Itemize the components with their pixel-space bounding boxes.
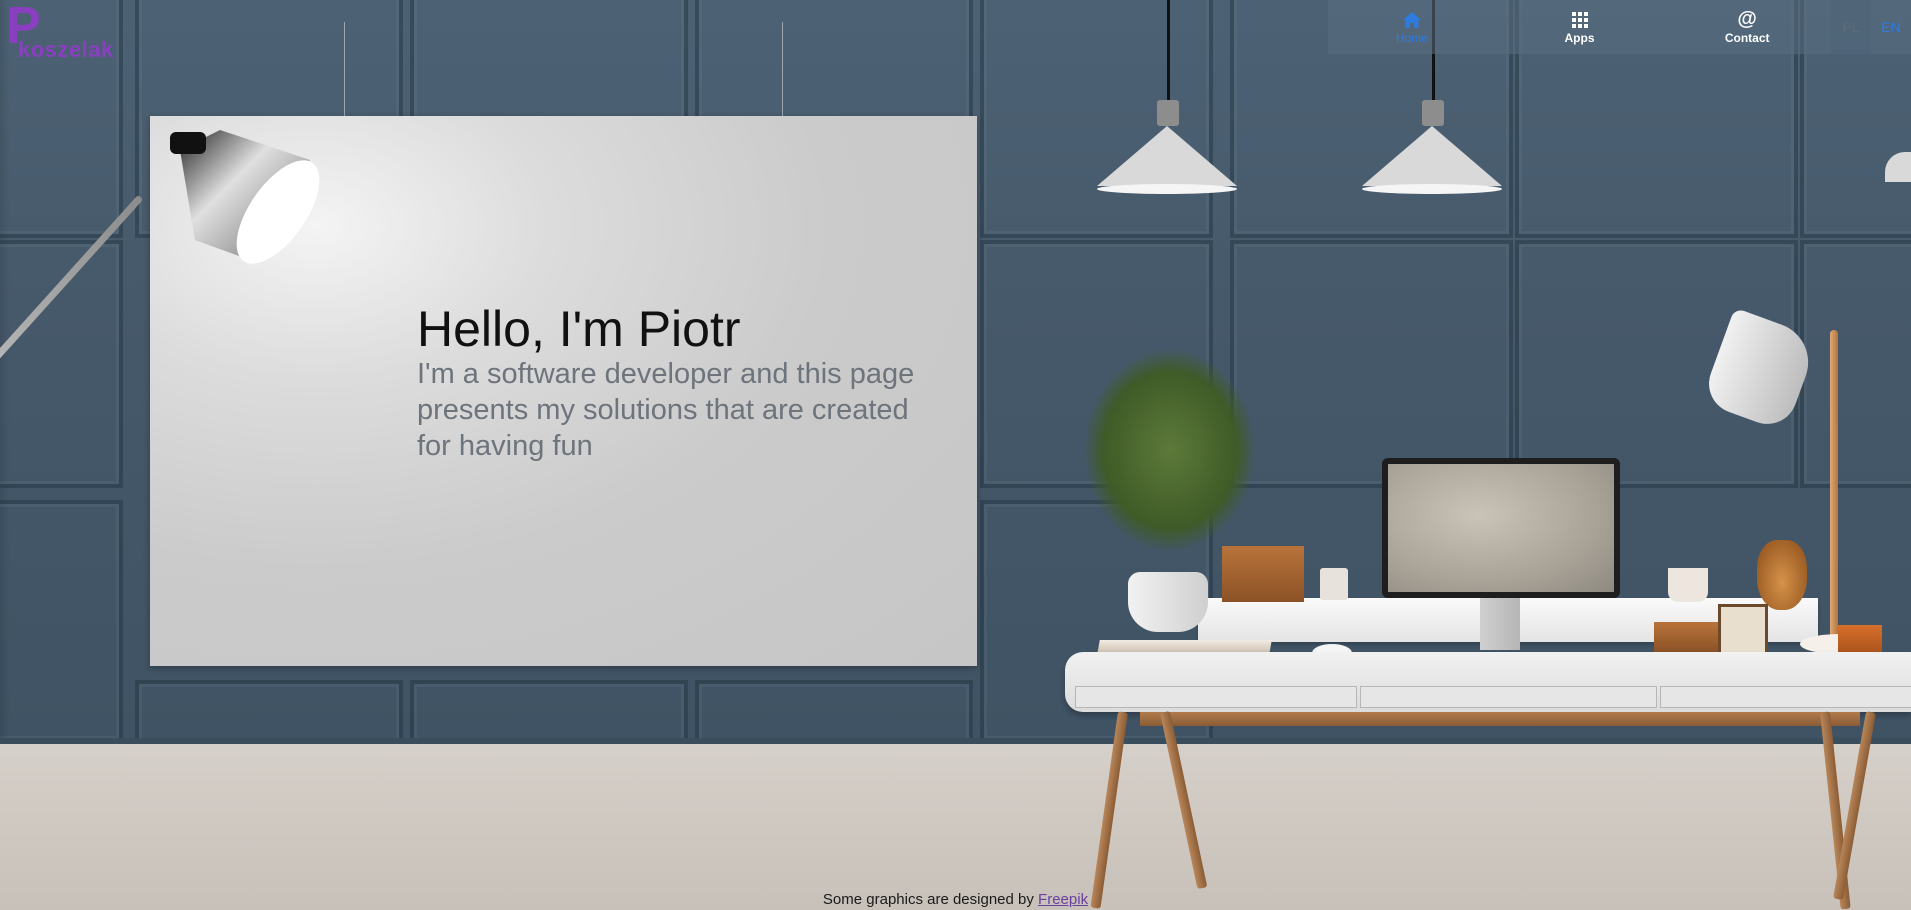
desk-drawer	[1360, 686, 1657, 708]
wall-panel	[1230, 240, 1513, 488]
footer-text: Some graphics are designed by	[822, 891, 1039, 908]
home-icon	[1402, 10, 1422, 30]
monitor-screen	[1388, 464, 1614, 592]
pencil-cup	[1668, 568, 1708, 602]
nav-item-label: Contact	[1724, 30, 1770, 45]
pendant-cord	[1167, 0, 1170, 102]
plant-pot	[1128, 572, 1208, 632]
language-en-button[interactable]: EN	[1871, 0, 1911, 54]
pendant-cap	[1422, 100, 1444, 126]
desk-lamp-right-pole	[1830, 330, 1838, 640]
pendant-lamp-rim	[1097, 184, 1237, 194]
freepik-link[interactable]: Freepik	[1038, 891, 1088, 908]
nav-item-contact[interactable]: @ Contact	[1663, 0, 1831, 54]
footer: Some graphics are designed by Freepik	[0, 891, 1911, 910]
computer-monitor	[1382, 458, 1620, 598]
pendant-lamp	[1362, 126, 1502, 186]
nav-item-label: Apps	[1564, 30, 1595, 45]
desk-drawer	[1075, 686, 1357, 708]
nav-item-home[interactable]: Home	[1328, 0, 1496, 54]
hero-title: Hello, I'm Piotr	[417, 301, 741, 357]
desk-drawer	[1660, 686, 1911, 708]
hero-subtitle: I'm a software developer and this page p…	[417, 358, 915, 462]
pendant-lamp	[1097, 126, 1237, 186]
floor	[0, 744, 1911, 910]
logo-text: koszelak	[18, 37, 114, 62]
small-vase	[1757, 540, 1807, 610]
desk-apron	[1140, 712, 1860, 726]
nav-item-apps[interactable]: Apps	[1496, 0, 1664, 54]
site-logo[interactable]: P koszelak	[6, 0, 113, 62]
pendant-lamp-rim	[1362, 184, 1502, 194]
wooden-block	[1654, 622, 1724, 652]
wooden-box	[1222, 546, 1304, 602]
grid-icon	[1570, 10, 1590, 30]
pendant-cap	[1157, 100, 1179, 126]
language-pl-button[interactable]: PL	[1831, 0, 1871, 54]
poster-wire	[782, 22, 783, 118]
desk-lamp-left	[170, 130, 320, 264]
nav-item-label: Home	[1395, 30, 1428, 45]
plant-leaves	[1085, 350, 1255, 550]
wall-panel	[0, 500, 123, 743]
monitor-stand	[1480, 598, 1520, 650]
wall-panel	[1800, 240, 1911, 488]
pen-cup	[1320, 568, 1348, 600]
main-nav: Home Apps @ Contact	[1328, 0, 1831, 54]
poster-wire	[344, 22, 345, 118]
at-icon: @	[1737, 8, 1757, 30]
wall-panel	[0, 240, 123, 488]
